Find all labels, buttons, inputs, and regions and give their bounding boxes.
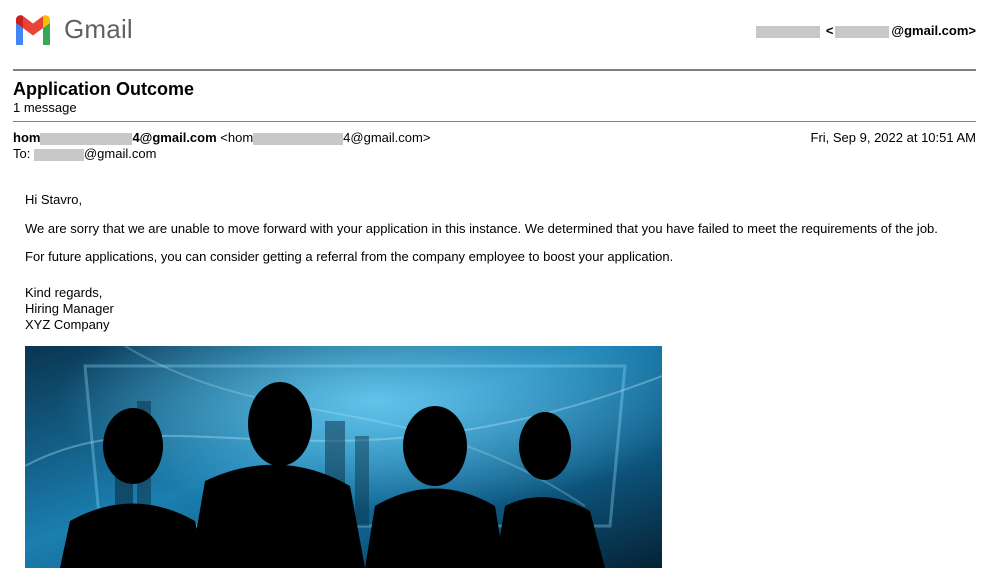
redacted-block	[835, 25, 890, 38]
recipient-label: To:	[13, 146, 34, 161]
redacted-block	[33, 148, 84, 161]
signature-company: XYZ Company	[25, 317, 110, 332]
sender-address-suffix: 4@gmail.com>	[343, 130, 431, 145]
sender-name-prefix: hom	[13, 130, 41, 145]
redacted-block	[755, 25, 820, 38]
thread-divider	[13, 121, 976, 122]
body-paragraph-2: For future applications, you can conside…	[25, 249, 674, 264]
gmail-logo-icon	[16, 15, 50, 45]
thread-message-count: 1 message	[13, 100, 77, 115]
redacted-block	[40, 132, 133, 145]
message-sender: hom 4@gmail.com <hom 4@gmail.com>	[13, 130, 430, 145]
sender-name-suffix: 4@gmail.com	[132, 130, 217, 145]
sender-address-prefix: <hom	[216, 130, 254, 145]
embedded-business-image	[25, 346, 662, 568]
header-divider	[13, 69, 976, 71]
signature-title: Hiring Manager	[25, 301, 114, 316]
account-email-domain: @gmail.com>	[891, 23, 976, 38]
recipient-domain: @gmail.com	[83, 146, 157, 161]
thread-subject: Application Outcome	[13, 79, 195, 99]
signoff-line: Kind regards,	[25, 285, 103, 300]
redacted-block	[253, 132, 344, 145]
app-brand-name: Gmail	[64, 14, 133, 44]
message-recipient: To: @gmail.com	[13, 146, 156, 161]
account-email: < @gmail.com>	[755, 23, 976, 38]
message-date: Fri, Sep 9, 2022 at 10:51 AM	[810, 130, 977, 145]
body-greeting: Hi Stavro,	[25, 192, 83, 207]
account-email-open: <	[825, 23, 834, 38]
body-paragraph-1: We are sorry that we are unable to move …	[25, 221, 938, 236]
